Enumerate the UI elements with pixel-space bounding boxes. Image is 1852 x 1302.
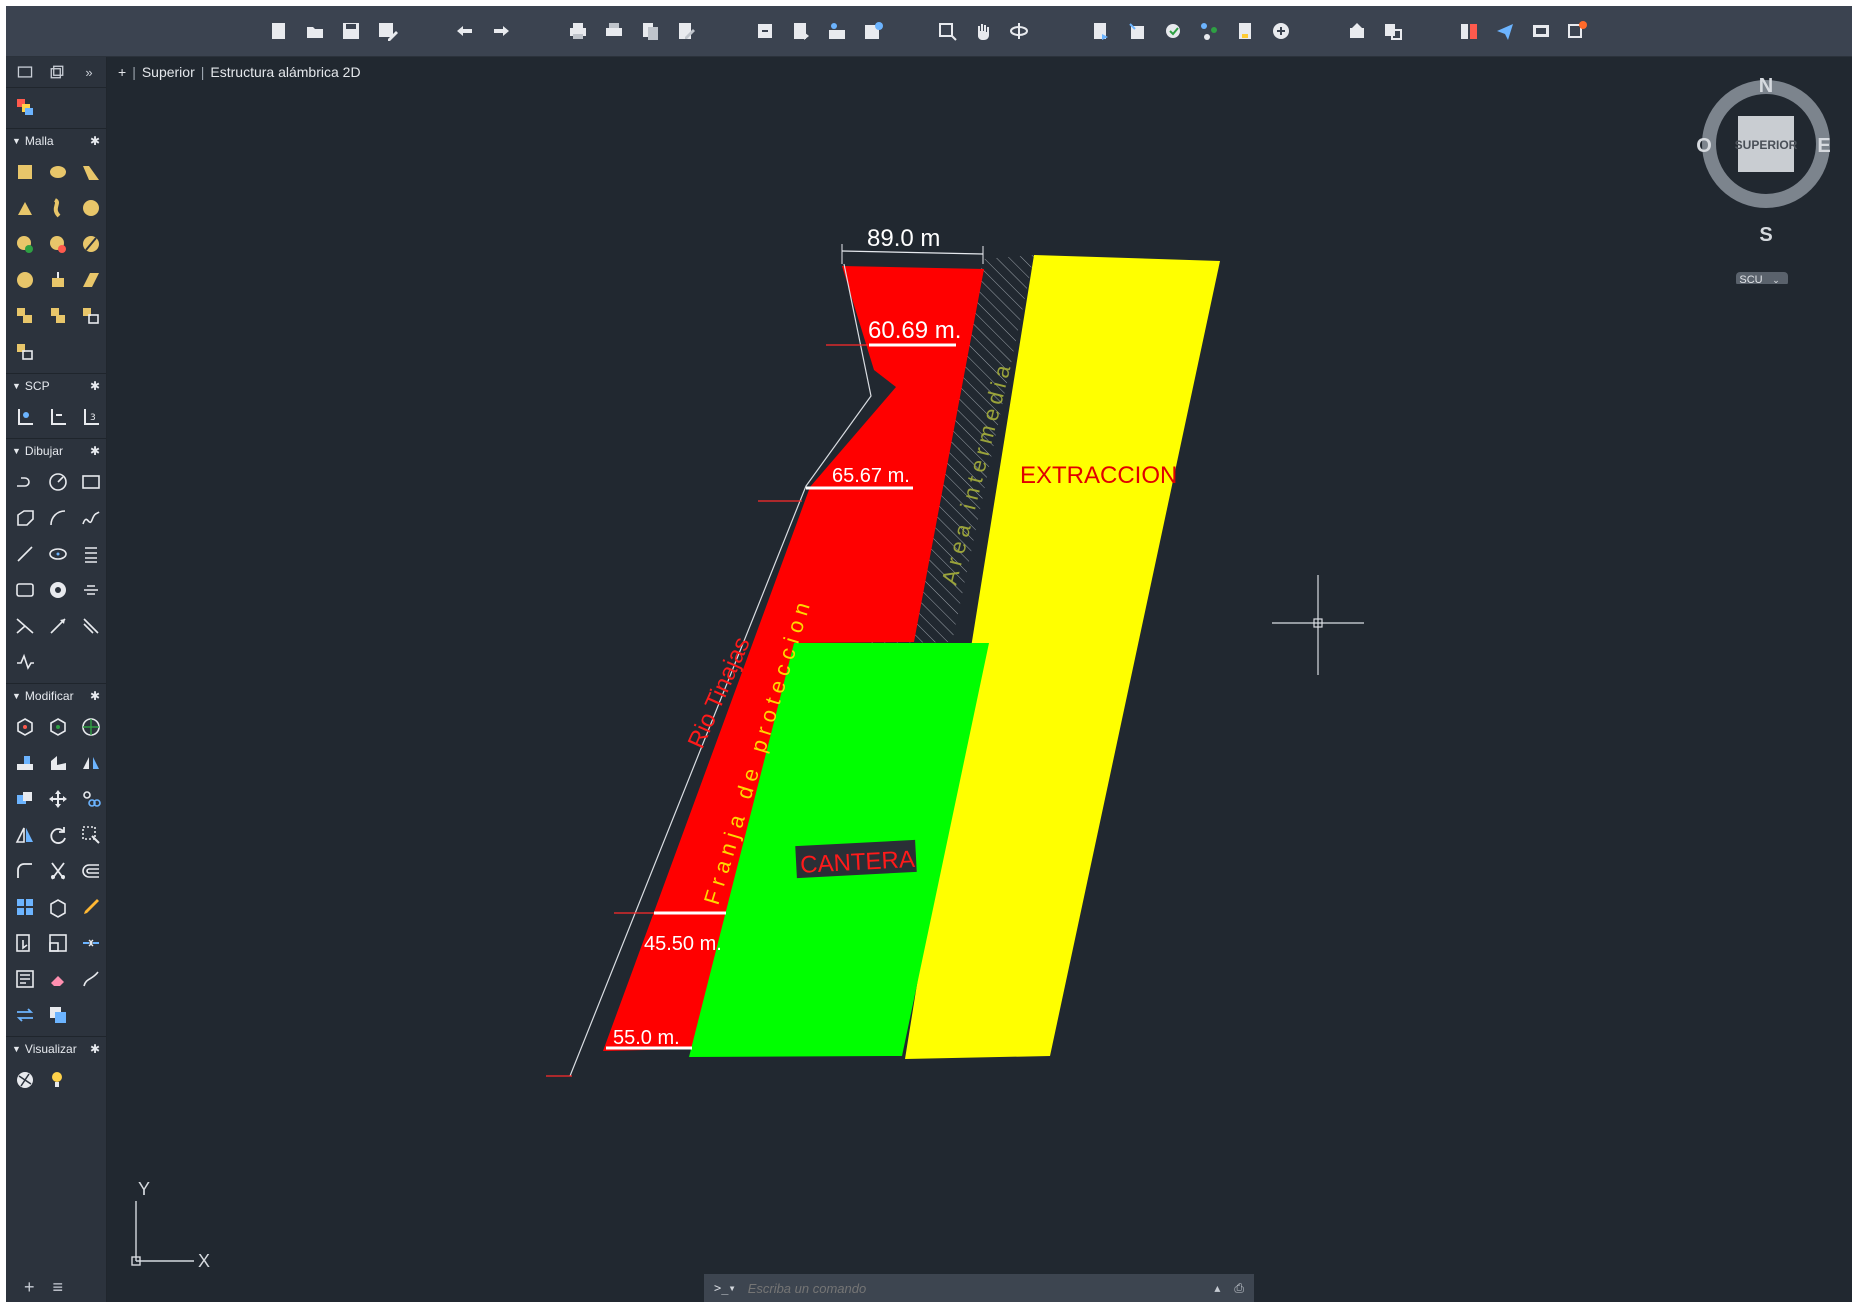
command-prompt-icon[interactable]: >_▾ (704, 1281, 746, 1295)
command-history-up-icon[interactable]: ▴ (1214, 1281, 1220, 1296)
crosshair-cursor (1272, 575, 1364, 675)
dimension-4-label: 55.0 m. (613, 1027, 680, 1049)
ucs-menu-button[interactable]: SCU ⌄ (1736, 272, 1788, 284)
viewcube[interactable]: SUPERIOR N S E O SCU ⌄ (1696, 74, 1836, 284)
dimension-2-label: 65.67 m. (832, 465, 910, 487)
autocad-window: » ▼ Malla ✱ ▼ SCP ✱ 3 ▼ Dibujar ✱ ▼ Modi… (6, 6, 1852, 1302)
command-input[interactable] (745, 1279, 1170, 1297)
cantera-label-box: CANTERA (795, 839, 917, 879)
ucs-menu-label: SCU (1739, 274, 1762, 284)
chevron-down-icon: ⌄ (1772, 276, 1780, 284)
command-line: >_▾ ▴ ⎙ (704, 1274, 1254, 1302)
drawing-canvas[interactable]: 89.0 m 60.69 m. 65.67 m. 45.50 m. 55.0 m… (6, 6, 1852, 1302)
ucs-x-label: X (198, 1251, 210, 1271)
command-expand-icon[interactable]: ⎙ (1234, 1281, 1244, 1296)
dimension-3-label: 45.50 m. (644, 933, 722, 955)
extraccion-label: EXTRACCION (1020, 462, 1177, 489)
ucs-icon: Y X (131, 1181, 210, 1271)
dimension-top-label: 89.0 m (867, 225, 940, 252)
compass-west[interactable]: O (1696, 135, 1712, 157)
compass-north[interactable]: N (1759, 75, 1773, 97)
compass-east[interactable]: E (1817, 135, 1830, 157)
command-line-controls: ▴ ⎙ (1214, 1281, 1254, 1296)
ucs-y-label: Y (138, 1181, 150, 1199)
viewcube-face-label: SUPERIOR (1735, 138, 1798, 152)
compass-south[interactable]: S (1759, 224, 1772, 246)
dimension-1-label: 60.69 m. (868, 317, 961, 344)
